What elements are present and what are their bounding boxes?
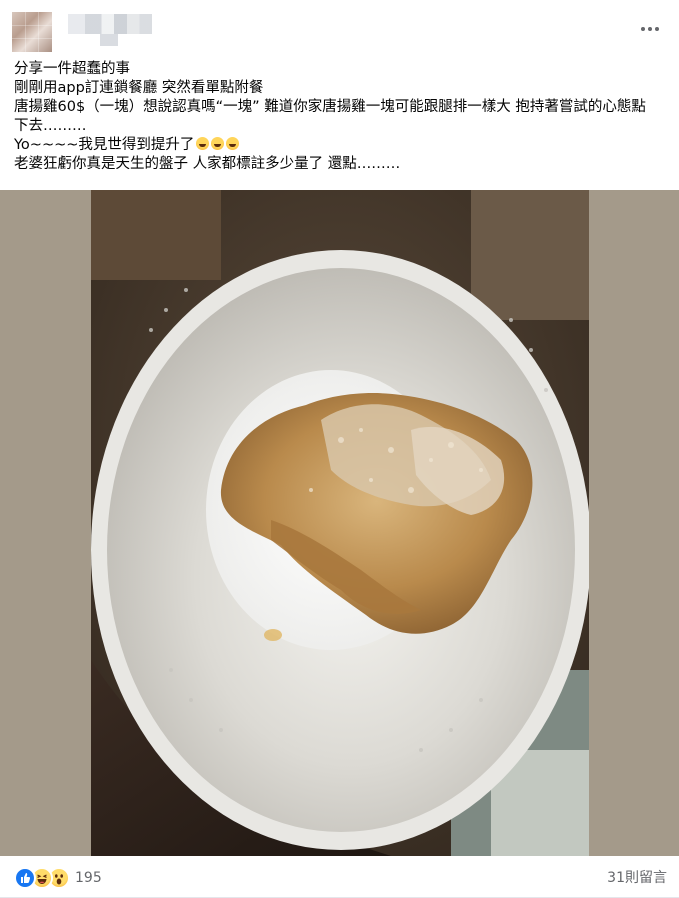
post-photo[interactable] xyxy=(91,190,589,856)
post-text-line: 下去……… xyxy=(14,118,87,134)
reaction-count[interactable]: 195 xyxy=(75,870,102,886)
post-text-line-with-emoji: Yo~~~~我見世得到提升了 xyxy=(14,136,666,155)
laughing-emoji-icon xyxy=(226,137,240,150)
post-meta-blurred xyxy=(100,34,118,46)
comments-count-link[interactable]: 31則留言 xyxy=(607,867,667,887)
like-reaction-icon xyxy=(14,867,36,889)
author-name-blurred[interactable] xyxy=(68,14,152,34)
post-text: 分享一件超蠢的事 剛剛用app訂連鎖餐廳 突然看單點附餐 唐揚雞60$（一塊）想… xyxy=(14,60,666,174)
more-horizontal-icon xyxy=(641,27,645,31)
post-text-line: Yo~~~~我見世得到提升了 xyxy=(14,137,195,153)
more-options-button[interactable] xyxy=(635,18,665,40)
facebook-post: 分享一件超蠢的事 剛剛用app訂連鎖餐廳 突然看單點附餐 唐揚雞60$（一塊）想… xyxy=(0,0,679,898)
fried-chicken-cup-photo xyxy=(91,190,589,856)
post-text-line: 剛剛用app訂連鎖餐廳 突然看單點附餐 xyxy=(14,80,264,96)
laughing-emoji-icon xyxy=(211,137,225,150)
post-text-line: 老婆狂虧你真是天生的盤子 人家都標註多少量了 還點……… xyxy=(14,156,401,172)
post-photo-container[interactable] xyxy=(0,190,679,856)
post-header xyxy=(0,0,679,58)
avatar[interactable] xyxy=(12,12,52,52)
reactions-summary[interactable]: 195 xyxy=(14,867,102,889)
post-footer: 195 31則留言 xyxy=(0,857,679,898)
post-text-line: 唐揚雞60$（一塊）想說認真嗎“一塊” 難道你家唐揚雞一塊可能跟腿排一樣大 抱持… xyxy=(14,99,646,115)
laughing-emoji-icon xyxy=(196,137,210,150)
post-text-line: 分享一件超蠢的事 xyxy=(14,61,130,77)
